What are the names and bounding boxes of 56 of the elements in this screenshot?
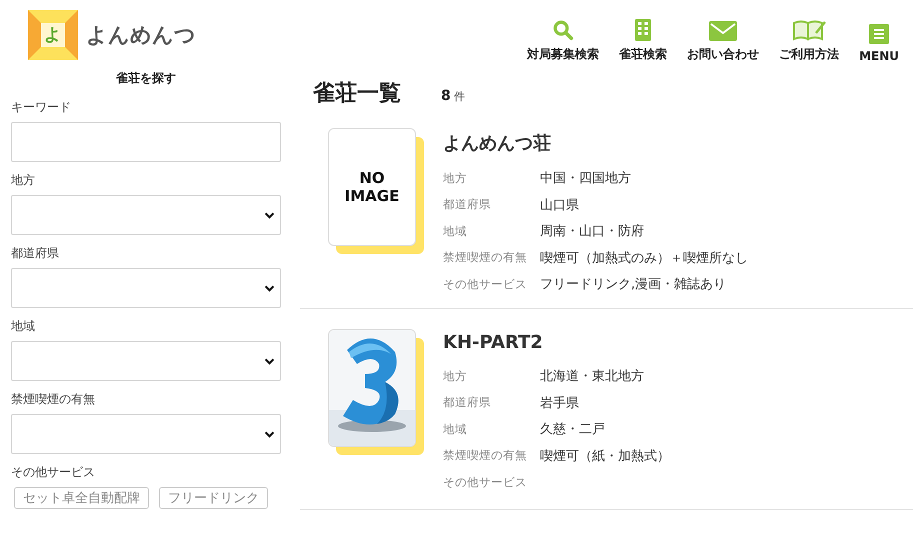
nav-link[interactable]: 対局募集検索: [527, 19, 600, 63]
detail-label: 地方: [443, 170, 468, 186]
logo-icon: [28, 10, 78, 60]
select-field[interactable]: [11, 268, 281, 308]
detail-label: 地方: [443, 368, 468, 384]
detail-value: 中国・四国地方: [540, 170, 631, 188]
detail-label: 地域: [443, 422, 468, 437]
building-icon: [635, 19, 652, 41]
count-unit: 件: [454, 89, 465, 104]
detail-value: 北海道・東北地方: [540, 368, 644, 386]
field-label: 地域: [11, 318, 36, 335]
field-label: 地方: [11, 172, 36, 189]
shop-name[interactable]: よんめんつ荘: [443, 131, 913, 155]
mail-icon: [709, 21, 738, 41]
nav-link[interactable]: MENU: [859, 24, 899, 63]
detail-label: その他サービス: [443, 276, 528, 292]
field-label: 禁煙喫煙の有無: [11, 391, 96, 408]
detail-value: 喫煙可（加熱式のみ）＋喫煙所なし: [540, 250, 748, 267]
book-icon: [792, 19, 826, 41]
service-toggle-button[interactable]: セット卓全自動配牌: [14, 487, 149, 509]
keyword-field[interactable]: [11, 122, 281, 162]
detail-label: 都道府県: [443, 395, 492, 410]
menu-icon: [869, 24, 890, 44]
detail-label: その他サービス: [443, 474, 528, 490]
field-label: その他サービス: [11, 464, 96, 481]
chevron-down-icon: [264, 358, 275, 364]
detail-label: 都道府県: [443, 197, 492, 212]
detail-label: 禁煙喫煙の有無: [443, 250, 528, 266]
logo-text[interactable]: よんめんつ: [86, 21, 196, 49]
select-field[interactable]: [11, 195, 281, 235]
chevron-down-icon: [264, 284, 275, 292]
chevron-down-icon: [264, 430, 275, 438]
nav-link[interactable]: ご利用方法: [779, 19, 840, 63]
select-field[interactable]: [11, 414, 281, 454]
no-image-placeholder[interactable]: NO IMAGE: [328, 128, 416, 246]
nav-link[interactable]: 雀荘検索: [619, 19, 668, 63]
page-title: 雀荘一覧: [313, 80, 401, 108]
service-toggle-button[interactable]: フリードリンク: [159, 487, 268, 509]
detail-label: 禁煙喫煙の有無: [443, 448, 528, 464]
detail-value: 山口県: [540, 196, 579, 214]
logo-letter: よ: [44, 24, 61, 46]
search-icon: [552, 19, 574, 41]
select-field[interactable]: [11, 341, 281, 381]
nav-link[interactable]: お問い合わせ: [687, 21, 760, 63]
field-label: 都道府県: [11, 245, 60, 262]
detail-value: 久慈・二戸: [540, 421, 605, 438]
detail-label: 地域: [443, 224, 468, 239]
detail-value: 周南・山口・防府: [540, 223, 644, 240]
field-label: キーワード: [11, 99, 72, 116]
result-count: 8: [441, 88, 451, 104]
chevron-down-icon: [264, 212, 275, 218]
shop-name[interactable]: KH-PART2: [443, 332, 913, 353]
sidebar-title: 雀荘を探す: [115, 70, 177, 87]
detail-value: 喫煙可（紙・加熱式）: [540, 448, 670, 465]
detail-value: 岩手県: [540, 394, 579, 412]
detail-value: フリードリンク,漫画・雑誌あり: [540, 276, 726, 294]
